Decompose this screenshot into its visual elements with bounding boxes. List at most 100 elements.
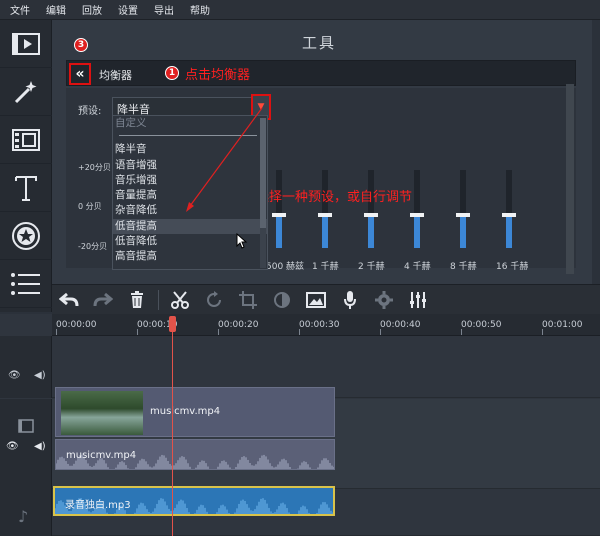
time-tick-label: 00:00:20	[218, 320, 259, 330]
time-tick	[542, 329, 543, 335]
eye-icon[interactable]: 👁	[6, 441, 19, 452]
eq-frequency-label: 500 赫兹	[266, 262, 305, 272]
stickers-tool-button[interactable]	[0, 212, 52, 260]
time-tick	[218, 329, 219, 335]
eq-slider-knob[interactable]	[502, 212, 516, 217]
playhead[interactable]	[172, 320, 173, 536]
dropdown-separator	[119, 135, 257, 137]
audio-clip[interactable]: musicmv.mp4	[55, 439, 335, 470]
menu-edit[interactable]: 编辑	[46, 2, 66, 17]
effects-tool-button[interactable]	[0, 68, 52, 116]
eq-frequency-label: 4 千赫	[404, 262, 431, 272]
eq-slider-knob[interactable]	[456, 212, 470, 217]
music-clip-name: 录音独白.mp3	[65, 500, 131, 511]
dropdown-item[interactable]: 语音增强	[113, 158, 267, 173]
redo-icon	[93, 292, 113, 306]
eq-slider-knob[interactable]	[272, 212, 286, 217]
crop-icon	[239, 290, 257, 309]
dropdown-item[interactable]: 音乐增强	[113, 173, 267, 188]
db-label-top: +20分贝	[78, 163, 111, 172]
dropdown-scrollbar[interactable]	[260, 118, 266, 268]
time-tick	[380, 329, 381, 335]
dropdown-scroll-thumb[interactable]	[260, 118, 266, 228]
dropdown-item[interactable]: 降半音	[113, 142, 267, 157]
film-icon	[12, 32, 40, 55]
eq-slider-fill	[460, 214, 466, 248]
eye-icon[interactable]: 👁	[8, 370, 21, 381]
eq-slider-knob[interactable]	[410, 212, 424, 217]
double-chevron-left-icon: «	[75, 66, 85, 82]
contrast-icon	[274, 291, 290, 308]
color-adjust-button[interactable]	[265, 285, 299, 315]
dropdown-item-custom[interactable]: 自定义	[113, 116, 267, 131]
dropdown-item[interactable]: 杂音降低	[113, 203, 267, 218]
dropdown-item[interactable]: 低音提高	[113, 218, 267, 235]
image-icon	[306, 291, 326, 308]
undo-button[interactable]	[52, 285, 86, 315]
eq-slider-fill	[414, 214, 420, 248]
dropdown-item[interactable]: 高音提高	[113, 249, 267, 264]
time-tick-label: 00:00:30	[299, 320, 340, 330]
menu-playback[interactable]: 回放	[82, 2, 102, 17]
toolbar-divider	[158, 289, 159, 310]
speaker-icon[interactable]: ◀)	[34, 370, 46, 381]
eq-slider-fill	[506, 214, 512, 248]
back-button[interactable]: «	[69, 63, 91, 85]
eq-frequency-label: 1 千赫	[312, 262, 339, 272]
video-thumbnail	[61, 391, 143, 435]
rotate-button[interactable]	[197, 285, 231, 315]
video-clip-name: musicmv.mp4	[150, 406, 221, 417]
clip-settings-button[interactable]	[367, 285, 401, 315]
triangle-down-icon: ▼	[257, 102, 265, 112]
panel-title: 工具	[302, 34, 337, 52]
menu-settings[interactable]: 设置	[118, 2, 138, 17]
step-1-note: 点击均衡器	[185, 68, 251, 83]
playhead-handle[interactable]	[169, 316, 176, 332]
microphone-icon	[344, 290, 356, 309]
menu-export[interactable]: 导出	[154, 2, 174, 17]
eq-slider-knob[interactable]	[364, 212, 378, 217]
dropdown-item[interactable]: 音量提高	[113, 188, 267, 203]
record-button[interactable]	[333, 285, 367, 315]
time-tick	[56, 329, 57, 335]
db-label-mid: 0 分贝	[78, 202, 102, 211]
left-toolbar	[0, 20, 52, 312]
video-track-icon	[18, 419, 34, 433]
time-tick	[137, 329, 138, 335]
eq-frequency-label: 16 千赫	[496, 262, 529, 272]
audio-clip-name: musicmv.mp4	[66, 450, 137, 461]
speaker-icon[interactable]: ◀)	[34, 441, 46, 452]
more-tools-button[interactable]	[0, 260, 52, 308]
menu-help[interactable]: 帮助	[190, 2, 210, 17]
delete-button[interactable]	[120, 285, 154, 315]
redo-button[interactable]	[86, 285, 120, 315]
crop-button[interactable]	[231, 285, 265, 315]
music-clip[interactable]: 录音独白.mp3	[53, 486, 335, 516]
edit-toolbar	[52, 284, 600, 314]
split-button[interactable]	[163, 285, 197, 315]
rotate-icon	[207, 290, 221, 307]
preset-label: 预设:	[78, 106, 102, 117]
time-ruler[interactable]: 00:00:00 00:00:10 00:00:20 00:00:30 00:00:40…	[52, 314, 600, 336]
track-header-3: ♪	[0, 489, 52, 536]
step-2-note: 选择一种预设，或自行调节	[256, 190, 413, 205]
video-clip[interactable]: musicmv.mp4	[55, 387, 335, 437]
music-note-icon: ♪	[18, 507, 29, 526]
gear-icon	[375, 290, 393, 309]
star-badge-icon	[12, 221, 40, 250]
transitions-tool-button[interactable]	[0, 116, 52, 164]
time-tick-label: 00:00:00	[56, 320, 97, 330]
step-3-marker: 3	[74, 38, 88, 52]
titles-tool-button[interactable]	[0, 164, 52, 212]
menu-file[interactable]: 文件	[10, 2, 30, 17]
eq-slider-knob[interactable]	[318, 212, 332, 217]
panel-scrollbar[interactable]	[566, 84, 574, 274]
track-header-1: 👁 ◀)	[0, 336, 52, 398]
image-button[interactable]	[299, 285, 333, 315]
time-tick-label: 00:00:50	[461, 320, 502, 330]
scissors-icon	[171, 290, 189, 309]
eq-frequency-label: 8 千赫	[450, 262, 477, 272]
equalizer-button[interactable]	[401, 285, 435, 315]
import-tool-button[interactable]	[0, 20, 52, 68]
preset-select[interactable]: 降半音 ▼	[112, 94, 271, 120]
